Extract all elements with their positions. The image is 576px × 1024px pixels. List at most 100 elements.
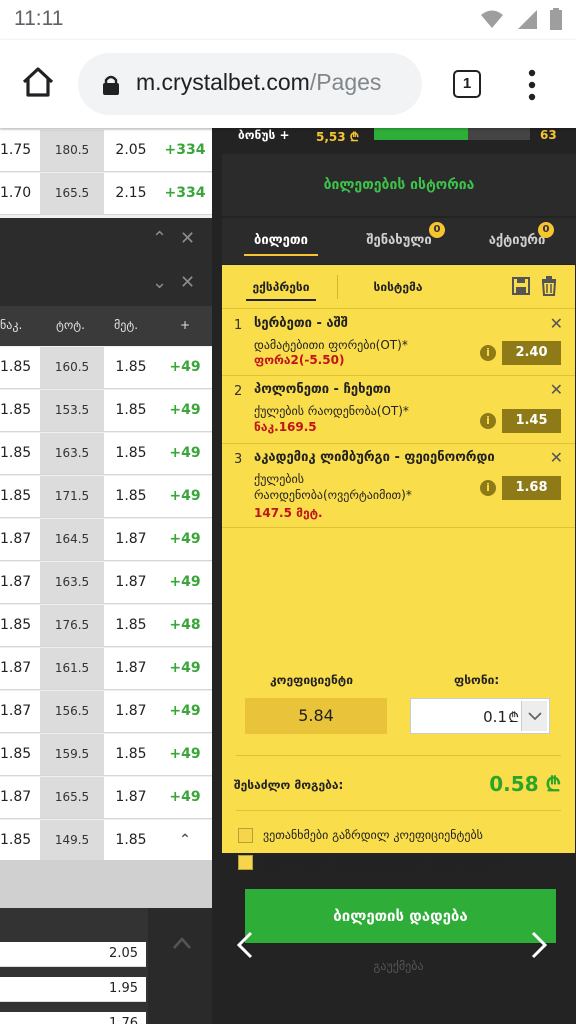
selection-number: 3 xyxy=(234,452,243,467)
selection-market: ქულების რაოდენობა(OT)* xyxy=(254,404,409,418)
more-markets-link[interactable]: +49 xyxy=(158,691,212,732)
more-markets-link[interactable]: +49 xyxy=(158,648,212,689)
info-icon[interactable]: i xyxy=(480,413,496,429)
tab-express[interactable]: ექსპრესი xyxy=(238,265,324,309)
stake-input[interactable]: 0.1 ₾ xyxy=(410,698,550,734)
remove-selection-icon[interactable]: ✕ xyxy=(550,314,563,333)
odd-cell[interactable]: 1.85 xyxy=(104,820,158,861)
odds-row[interactable]: 1.87 156.5 1.87 +49 xyxy=(0,691,212,733)
stake-dropdown[interactable] xyxy=(521,701,547,731)
odd-cell[interactable]: 2.05 xyxy=(104,130,158,171)
odds-row[interactable]: 1.85 160.5 1.85 +49 xyxy=(0,347,212,389)
odd-cell[interactable]: 1.85 xyxy=(104,476,158,517)
tab-switcher-button[interactable]: 1 xyxy=(453,70,481,98)
odd-cell[interactable]: 1.85 xyxy=(0,605,38,646)
more-markets-link[interactable]: +49 xyxy=(158,519,212,560)
chevron-up-icon[interactable]: ⌃ xyxy=(152,228,167,249)
odd-cell[interactable]: 2.05 xyxy=(109,946,138,961)
odd-cell[interactable]: 1.85 xyxy=(0,820,38,861)
selection-pick: ნაკ.169.5 xyxy=(254,420,317,434)
accept-odds-change-checkbox[interactable] xyxy=(238,855,253,870)
section-bar[interactable]: ⌄ ✕ xyxy=(0,262,212,306)
odds-row[interactable]: 1.85 163.5 1.85 +49 xyxy=(0,433,212,475)
betslip-panel: ბონუს + 5,53 ₾ 63 ბილეთების ისტორია ბილე… xyxy=(212,128,576,1024)
more-markets-link[interactable]: +48 xyxy=(158,605,212,646)
odd-cell[interactable]: 1.85 xyxy=(0,390,38,431)
odd-cell[interactable]: 1.87 xyxy=(104,777,158,818)
cancel-link[interactable]: გაუქმება xyxy=(222,959,575,973)
more-markets-link[interactable]: +334 xyxy=(158,173,212,214)
odd-cell[interactable]: 1.85 xyxy=(104,347,158,388)
section-bar[interactable]: ⌃ ✕ xyxy=(0,218,212,262)
odd-cell[interactable]: 1.87 xyxy=(0,519,38,560)
odd-cell[interactable]: 1.87 xyxy=(104,519,158,560)
odd-cell[interactable]: 1.70 xyxy=(0,173,38,214)
small-odds-row[interactable]: 2.05 xyxy=(0,942,146,967)
trash-icon[interactable] xyxy=(540,276,558,296)
more-markets-link[interactable]: +49 xyxy=(158,734,212,775)
odds-row[interactable]: 1.87 164.5 1.87 +49 xyxy=(0,519,212,561)
info-icon[interactable]: i xyxy=(480,345,496,361)
close-icon[interactable]: ✕ xyxy=(180,228,195,249)
remove-selection-icon[interactable]: ✕ xyxy=(550,448,563,467)
odds-row[interactable]: 1.85 176.5 1.85 +48 xyxy=(0,605,212,647)
accept-higher-odds-checkbox[interactable] xyxy=(238,828,253,843)
home-icon[interactable] xyxy=(18,62,58,102)
odds-row[interactable]: 1.87 161.5 1.87 +49 xyxy=(0,648,212,690)
odds-row[interactable]: 1.85 159.5 1.85 +49 xyxy=(0,734,212,776)
more-markets-link[interactable]: +49 xyxy=(158,390,212,431)
total-cell: 165.5 xyxy=(40,777,104,818)
more-markets-link[interactable]: +49 xyxy=(158,476,212,517)
odds-row[interactable]: 1.75 180.5 2.05 +334 xyxy=(0,130,212,172)
tab-active[interactable]: აქტიური xyxy=(458,218,576,264)
odd-cell[interactable]: 2.15 xyxy=(104,173,158,214)
odds-row[interactable]: 1.85 171.5 1.85 +49 xyxy=(0,476,212,518)
odd-cell[interactable]: 1.75 xyxy=(0,130,38,171)
remove-selection-icon[interactable]: ✕ xyxy=(550,380,563,399)
odds-row[interactable]: 1.70 165.5 2.15 +334 xyxy=(0,173,212,215)
small-odds-row[interactable]: 1.76 xyxy=(0,1012,146,1024)
odds-row[interactable]: 1.85 153.5 1.85 +49 xyxy=(0,390,212,432)
more-menu-icon[interactable] xyxy=(522,68,542,102)
odd-cell[interactable]: 1.87 xyxy=(0,691,38,732)
chevron-up-icon[interactable]: ⌃ xyxy=(158,820,212,861)
odd-cell[interactable]: 1.85 xyxy=(104,390,158,431)
info-icon[interactable]: i xyxy=(480,480,496,496)
chevron-left-icon[interactable] xyxy=(234,930,256,960)
odd-cell[interactable]: 1.87 xyxy=(104,691,158,732)
tab-ticket[interactable]: ბილეთი xyxy=(222,218,340,264)
close-icon[interactable]: ✕ xyxy=(180,272,195,293)
chevron-down-icon[interactable]: ⌄ xyxy=(152,272,167,293)
more-markets-link[interactable]: +334 xyxy=(158,130,212,171)
odd-cell[interactable]: 1.85 xyxy=(0,433,38,474)
place-bet-button[interactable]: ბილეთის დადება xyxy=(245,889,556,943)
odds-row[interactable]: 1.87 165.5 1.87 +49 xyxy=(0,777,212,819)
odd-cell[interactable]: 1.85 xyxy=(0,734,38,775)
active-count-badge: 0 xyxy=(538,222,554,238)
more-markets-link[interactable]: +49 xyxy=(158,562,212,603)
odds-row[interactable]: 1.87 163.5 1.87 +49 xyxy=(0,562,212,604)
bet-history-button[interactable]: ბილეთების ისტორია xyxy=(222,154,576,216)
more-markets-link[interactable]: +49 xyxy=(158,347,212,388)
odd-cell[interactable]: 1.95 xyxy=(109,981,138,996)
odd-cell[interactable]: 1.87 xyxy=(104,562,158,603)
odd-cell[interactable]: 1.87 xyxy=(0,777,38,818)
tab-system[interactable]: სისტემა xyxy=(358,265,438,309)
save-icon[interactable] xyxy=(512,276,530,296)
odds-row[interactable]: 1.85 149.5 1.85 ⌃ xyxy=(0,820,212,862)
odd-cell[interactable]: 1.85 xyxy=(0,347,38,388)
chevron-up-icon[interactable] xyxy=(172,936,192,950)
more-markets-link[interactable]: +49 xyxy=(158,777,212,818)
odd-cell[interactable]: 1.85 xyxy=(104,734,158,775)
odd-cell[interactable]: 1.87 xyxy=(104,648,158,689)
more-markets-link[interactable]: +49 xyxy=(158,433,212,474)
odd-cell[interactable]: 1.87 xyxy=(0,562,38,603)
odd-cell[interactable]: 1.76 xyxy=(109,1016,138,1024)
odd-cell[interactable]: 1.85 xyxy=(0,476,38,517)
odd-cell[interactable]: 1.87 xyxy=(0,648,38,689)
chevron-right-icon[interactable] xyxy=(528,930,550,960)
odd-cell[interactable]: 1.85 xyxy=(104,605,158,646)
odd-cell[interactable]: 1.85 xyxy=(104,433,158,474)
small-odds-row[interactable]: 1.95 xyxy=(0,977,146,1002)
address-bar[interactable]: m.crystalbet.com/Pages xyxy=(78,53,422,115)
